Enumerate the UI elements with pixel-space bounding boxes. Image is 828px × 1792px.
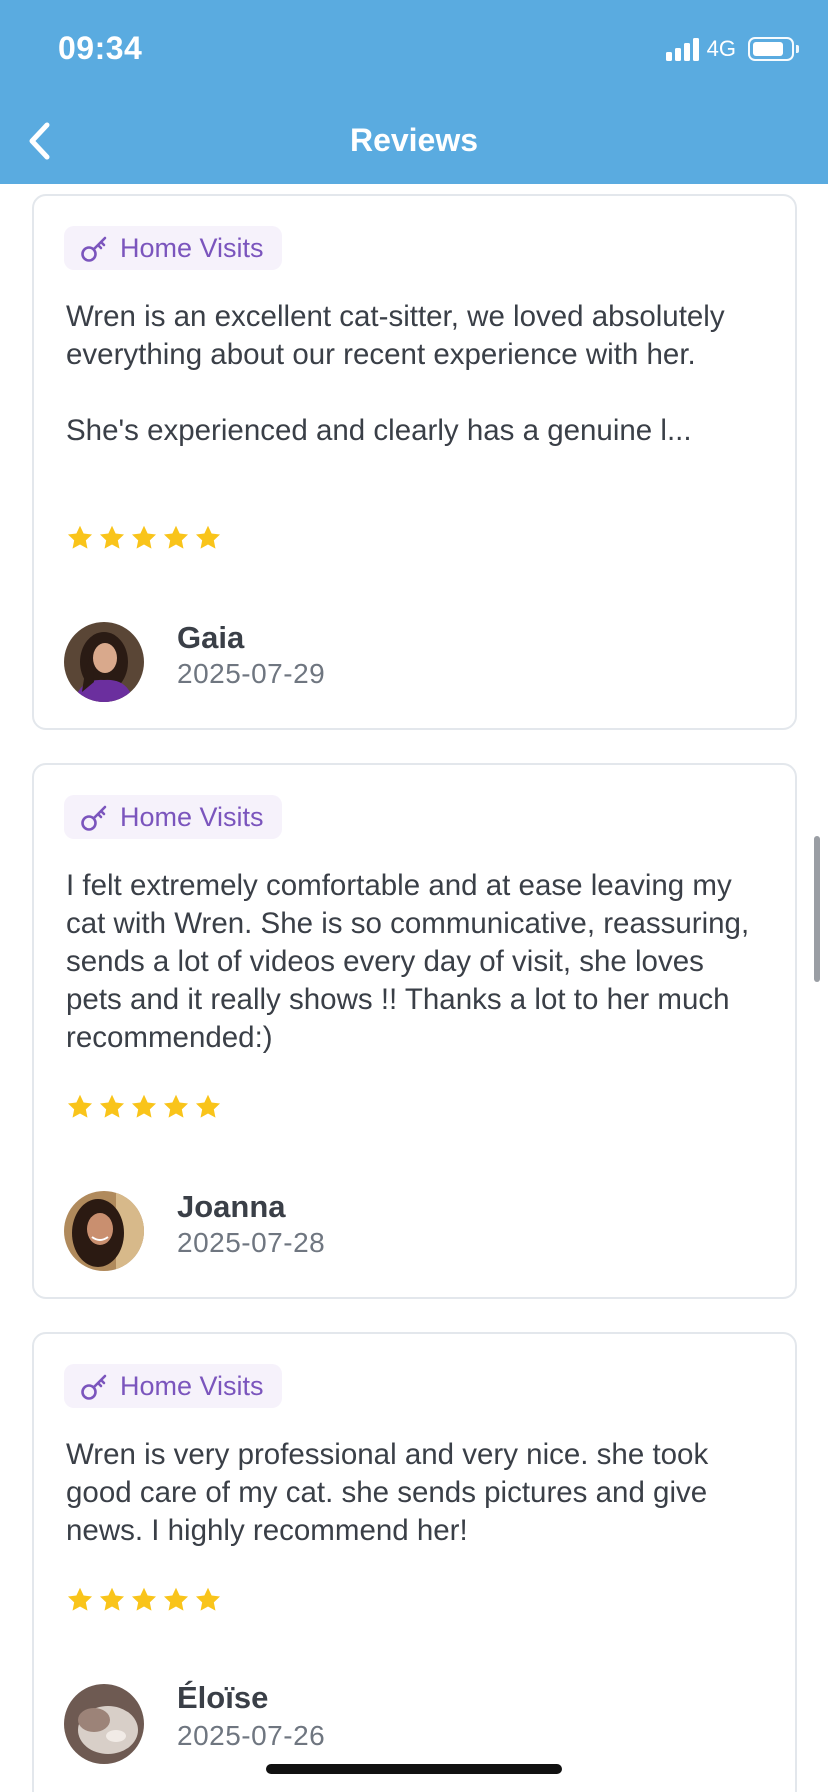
star-icon <box>67 1094 93 1118</box>
status-indicators: 4G <box>665 36 799 62</box>
service-label: Home Visits <box>120 801 264 832</box>
star-icon <box>131 1587 157 1611</box>
scrollbar[interactable] <box>814 836 820 982</box>
star-icon <box>163 1094 189 1118</box>
star-rating <box>66 524 222 552</box>
service-tag: Home Visits <box>64 226 282 270</box>
key-icon <box>81 236 107 262</box>
star-rating <box>66 1586 222 1614</box>
avatar[interactable] <box>64 1684 144 1764</box>
star-icon <box>67 525 93 549</box>
service-tag: Home Visits <box>64 1364 282 1408</box>
avatar[interactable] <box>64 622 144 702</box>
review-date: 2025-07-26 <box>177 1720 326 1751</box>
star-icon <box>163 1587 189 1611</box>
avatar[interactable] <box>64 1191 144 1271</box>
star-icon <box>99 525 125 549</box>
review-text: I felt extremely comfortable and at ease… <box>66 869 750 1054</box>
service-tag: Home Visits <box>64 795 282 839</box>
star-icon <box>131 525 157 549</box>
reviewer-name: Éloïse <box>177 1680 269 1715</box>
star-icon <box>195 525 221 549</box>
reviews-list[interactable]: Home Visits Wren is an excellent cat-sit… <box>0 184 828 1792</box>
star-icon <box>163 525 189 549</box>
signal-icon <box>665 37 699 61</box>
review-text: Wren is an excellent cat-sitter, we love… <box>66 300 725 447</box>
star-rating <box>66 1093 222 1121</box>
home-indicator[interactable] <box>266 1764 562 1774</box>
review-date: 2025-07-29 <box>177 658 326 689</box>
app-header: 09:34 4G Reviews <box>0 0 828 184</box>
page-title: Reviews <box>349 122 479 158</box>
key-icon <box>81 805 107 831</box>
battery-icon <box>748 37 799 61</box>
review-card: Home Visits Wren is very professional an… <box>32 1332 797 1792</box>
review-date: 2025-07-28 <box>177 1227 326 1258</box>
review-card: Home Visits Wren is an excellent cat-sit… <box>32 194 797 730</box>
star-icon <box>195 1587 221 1611</box>
key-icon <box>81 1374 107 1400</box>
reviewer-name: Gaia <box>177 620 245 655</box>
service-label: Home Visits <box>120 232 264 263</box>
review-card: Home Visits I felt extremely comfortable… <box>32 763 797 1299</box>
reviewer-name: Joanna <box>177 1189 286 1224</box>
status-time: 09:34 <box>58 30 143 66</box>
star-icon <box>99 1094 125 1118</box>
star-icon <box>99 1587 125 1611</box>
star-icon <box>67 1587 93 1611</box>
star-icon <box>195 1094 221 1118</box>
star-icon <box>131 1094 157 1118</box>
review-text: Wren is very professional and very nice.… <box>66 1438 709 1547</box>
network-type: 4G <box>706 36 736 61</box>
service-label: Home Visits <box>120 1370 264 1401</box>
